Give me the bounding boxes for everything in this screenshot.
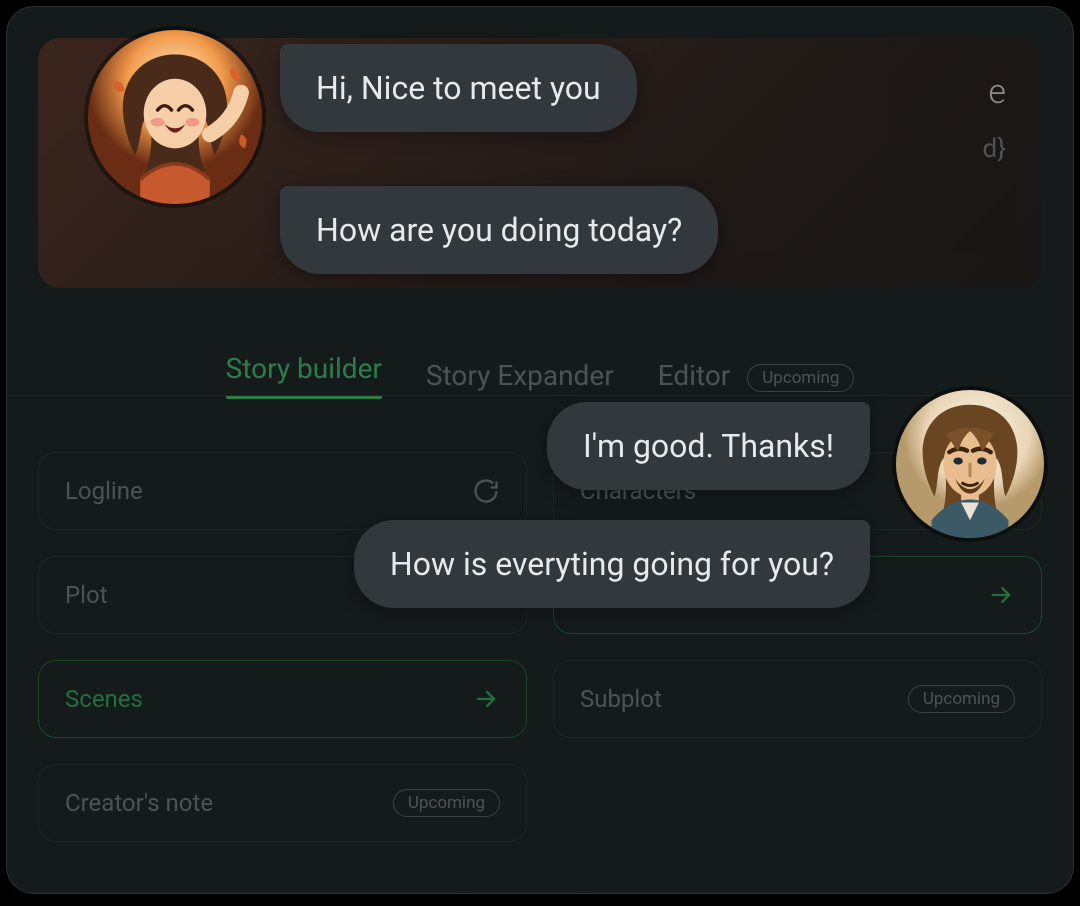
tab-editor: Editor Upcoming bbox=[658, 359, 855, 392]
card-scenes[interactable]: Scenes bbox=[38, 660, 527, 738]
card-label: Subplot bbox=[580, 685, 662, 713]
hero-subtitle-fragment: d} bbox=[983, 134, 1006, 164]
fold-story-builder[interactable]: Fold Story Builder bbox=[38, 890, 1042, 894]
badge-upcoming: Upcoming bbox=[747, 364, 854, 392]
tab-story-builder[interactable]: Story builder bbox=[226, 352, 382, 399]
chat-overlay: Hi, Nice to meet you How are you doing t… bbox=[6, 6, 1074, 894]
badge-upcoming: Upcoming bbox=[908, 685, 1015, 713]
tab-editor-label: Editor bbox=[658, 359, 731, 392]
card-label: Creator's note bbox=[65, 789, 213, 817]
arrow-right-icon bbox=[472, 685, 500, 713]
avatar-man-art bbox=[896, 390, 1044, 538]
chat-bubble-left-2: How are you doing today? bbox=[280, 186, 718, 274]
tabs-row: Story builder Story Expander Editor Upco… bbox=[38, 352, 1042, 399]
builder-grid: Logline Characters Plot Scenes Subplot U… bbox=[38, 452, 1042, 842]
badge-upcoming: Upcoming bbox=[393, 789, 500, 817]
app-frame: e d} Story builder Story Expander Editor… bbox=[6, 6, 1074, 894]
chat-bubble-right-2: How is everyting going for you? bbox=[354, 520, 870, 608]
fold-label: Fold Story Builder bbox=[427, 890, 615, 894]
card-label: Plot bbox=[65, 581, 108, 609]
chat-bubble-left-1: Hi, Nice to meet you bbox=[280, 44, 637, 132]
card-subplot: Subplot Upcoming bbox=[553, 660, 1042, 738]
tab-story-expander[interactable]: Story Expander bbox=[426, 359, 614, 392]
card-label: Scenes bbox=[65, 685, 143, 713]
avatar-girl[interactable] bbox=[88, 30, 262, 204]
card-label: Logline bbox=[65, 477, 143, 505]
hero-title-fragment: e bbox=[988, 72, 1006, 112]
tabs-underline bbox=[6, 395, 1074, 396]
card-logline[interactable]: Logline bbox=[38, 452, 527, 530]
avatar-girl-art bbox=[88, 30, 262, 204]
arrow-right-icon bbox=[987, 581, 1015, 609]
chat-bubble-right-1: I'm good. Thanks! bbox=[547, 402, 870, 490]
avatar-man[interactable] bbox=[896, 390, 1044, 538]
card-creators-note: Creator's note Upcoming bbox=[38, 764, 527, 842]
refresh-icon bbox=[472, 477, 500, 505]
